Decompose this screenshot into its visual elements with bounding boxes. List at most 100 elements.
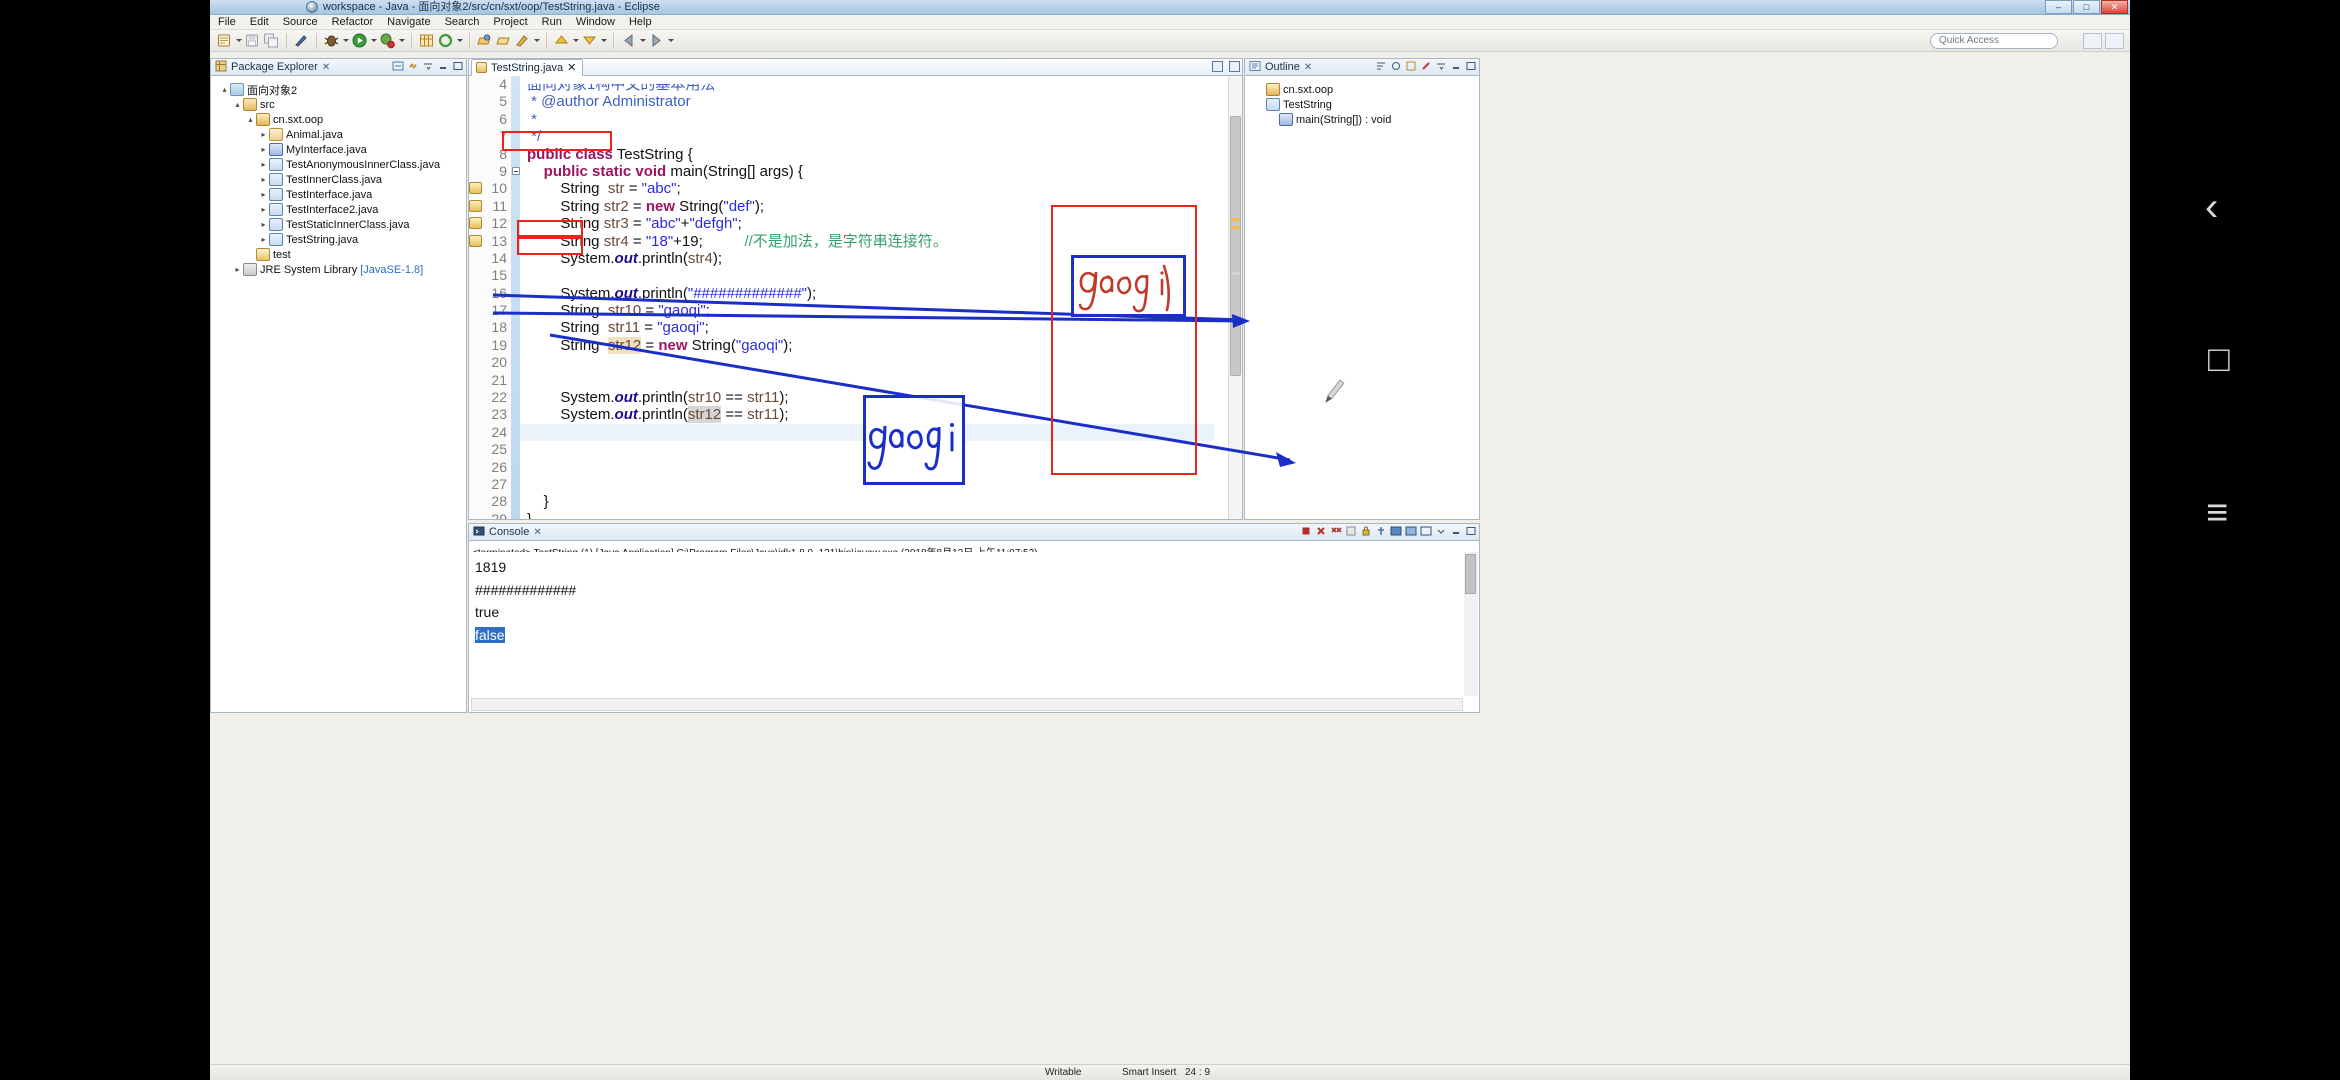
maximize-button[interactable]: □	[2073, 0, 2100, 14]
maximize-view-icon[interactable]	[1465, 525, 1477, 537]
package-explorer-tree[interactable]: ▴面向对象2▴src▴cn.sxt.oop▸Animal.java▸MyInte…	[211, 76, 466, 277]
refresh-dropdown-icon[interactable]	[456, 32, 463, 49]
hide-static-icon[interactable]	[1405, 60, 1417, 72]
prev-annotation-dropdown-icon[interactable]	[572, 32, 579, 49]
menu-item-search[interactable]: Search	[445, 16, 480, 28]
tree-item-teststaticinnerclass-java[interactable]: ▸TestStaticInnerClass.java	[215, 217, 466, 232]
home-nav-icon[interactable]: □	[2208, 338, 2230, 380]
link-with-editor-icon[interactable]	[407, 60, 419, 72]
menu-item-window[interactable]: Window	[576, 16, 615, 28]
chevron-down-icon[interactable]: ▴	[232, 100, 243, 109]
console-horizontal-scrollbar[interactable]	[471, 698, 1463, 711]
run-icon[interactable]	[351, 32, 368, 49]
editor-tab-tools[interactable]	[1212, 61, 1240, 72]
console-scroll-thumb[interactable]	[1465, 554, 1476, 594]
maximize-view-icon[interactable]	[452, 60, 464, 72]
window-controls[interactable]: – □ ✕	[2045, 0, 2128, 14]
tree-item--2[interactable]: ▴面向对象2	[215, 82, 466, 97]
display-selected-console-icon[interactable]	[1390, 525, 1402, 537]
warning-overview-marker[interactable]	[1231, 218, 1240, 221]
save-icon[interactable]	[244, 32, 261, 49]
tree-item-cn-sxt-oop[interactable]: ▴cn.sxt.oop	[215, 112, 466, 127]
package-explorer-toolbar[interactable]	[392, 60, 464, 72]
console-vertical-scrollbar[interactable]	[1464, 552, 1478, 696]
chevron-right-icon[interactable]: ▸	[258, 160, 269, 169]
code-line-9[interactable]: 9 public static void main(String[] args)…	[469, 163, 1228, 180]
tree-item-testinterface2-java[interactable]: ▸TestInterface2.java	[215, 202, 466, 217]
open-resource-icon[interactable]	[495, 32, 512, 49]
view-menu-icon[interactable]	[422, 60, 434, 72]
back-dropdown-icon[interactable]	[639, 32, 646, 49]
chevron-right-icon[interactable]: ▸	[258, 175, 269, 184]
close-icon[interactable]: ✕	[533, 527, 541, 538]
close-icon[interactable]: ✕	[1304, 62, 1312, 73]
pin-console-icon[interactable]	[1375, 525, 1387, 537]
outline-tab[interactable]: Outline ✕	[1245, 59, 1479, 76]
remove-all-launches-icon[interactable]	[1330, 525, 1342, 537]
new-java-package-icon[interactable]	[418, 32, 435, 49]
tree-item-testanonymousinnerclass-java[interactable]: ▸TestAnonymousInnerClass.java	[215, 157, 466, 172]
terminate-icon[interactable]	[1300, 525, 1312, 537]
forward-dropdown-icon[interactable]	[667, 32, 674, 49]
new-dropdown-icon[interactable]	[235, 32, 242, 49]
code-line-6[interactable]: 6 *	[469, 111, 1228, 128]
tree-item-teststring-java[interactable]: ▸TestString.java	[215, 232, 466, 247]
menu-item-navigate[interactable]: Navigate	[387, 16, 430, 28]
debug-dropdown-icon[interactable]	[342, 32, 349, 49]
minimize-editor-icon[interactable]	[1212, 61, 1223, 72]
main-toolbar[interactable]: Quick Access	[210, 30, 2130, 52]
console-dropdown-icon[interactable]	[1435, 525, 1447, 537]
tree-item-src[interactable]: ▴src	[215, 97, 466, 112]
remove-launch-icon[interactable]	[1315, 525, 1327, 537]
hide-nonpublic-icon[interactable]	[1420, 60, 1432, 72]
menu-nav-icon[interactable]: ≡	[2206, 492, 2228, 535]
collapse-all-icon[interactable]	[392, 60, 404, 72]
editor-tab-bar[interactable]: TestString.java ✕	[469, 59, 1242, 76]
occurrence-overview-marker[interactable]	[1231, 272, 1240, 275]
console-output[interactable]: 1819#############truefalse	[471, 552, 1463, 694]
chevron-right-icon[interactable]: ▸	[258, 130, 269, 139]
outline-toolbar[interactable]	[1375, 60, 1477, 72]
code-line-28[interactable]: 28 }	[469, 493, 1228, 510]
open-type-icon[interactable]	[476, 32, 493, 49]
tree-item-jre-system-library-javase-1-8-[interactable]: ▸JRE System Library [JavaSE-1.8]	[215, 262, 466, 277]
tree-item-animal-java[interactable]: ▸Animal.java	[215, 127, 466, 142]
java-perspective-button[interactable]	[2105, 33, 2124, 49]
external-tools-dropdown-icon[interactable]	[398, 32, 405, 49]
chevron-right-icon[interactable]: ▸	[258, 190, 269, 199]
fold-collapse-icon[interactable]	[512, 167, 520, 175]
code-line-29[interactable]: 29}	[469, 511, 1228, 519]
tree-item-testinnerclass-java[interactable]: ▸TestInnerClass.java	[215, 172, 466, 187]
back-nav-icon[interactable]: ‹	[2205, 185, 2218, 230]
code-line-5[interactable]: 5 * @author Administrator	[469, 93, 1228, 110]
clear-console-icon[interactable]	[1345, 525, 1357, 537]
maximize-view-icon[interactable]	[1465, 60, 1477, 72]
chevron-down-icon[interactable]: ▴	[245, 115, 256, 124]
open-console-icon[interactable]	[1405, 525, 1417, 537]
package-explorer-tab[interactable]: Package Explorer ✕	[211, 59, 466, 76]
run-dropdown-icon[interactable]	[370, 32, 377, 49]
menu-item-help[interactable]: Help	[629, 16, 652, 28]
quick-access-input[interactable]: Quick Access	[1930, 33, 2058, 49]
tree-item-test[interactable]: test	[215, 247, 466, 262]
chevron-right-icon[interactable]: ▸	[232, 265, 243, 274]
sort-icon[interactable]	[1375, 60, 1387, 72]
minimize-view-icon[interactable]	[1450, 525, 1462, 537]
hide-fields-icon[interactable]	[1390, 60, 1402, 72]
code-line-4[interactable]: 4面向对象1构中文的基本用法	[469, 76, 1228, 93]
menu-bar[interactable]: File Edit Source Refactor Navigate Searc…	[210, 15, 2130, 30]
chevron-right-icon[interactable]: ▸	[258, 235, 269, 244]
code-line-27[interactable]: 27	[469, 476, 1228, 493]
minimize-view-icon[interactable]	[1450, 60, 1462, 72]
menu-item-project[interactable]: Project	[493, 16, 527, 28]
next-annotation-icon[interactable]	[581, 32, 598, 49]
refresh-icon[interactable]	[437, 32, 454, 49]
debug-icon[interactable]	[323, 32, 340, 49]
close-icon[interactable]: ✕	[567, 61, 576, 74]
tree-item-cn-sxt-oop[interactable]: cn.sxt.oop	[1249, 82, 1479, 97]
menu-item-refactor[interactable]: Refactor	[332, 16, 374, 28]
forward-navigation-icon[interactable]	[648, 32, 665, 49]
occurrence-overview-marker[interactable]	[1231, 321, 1240, 324]
perspective-switcher[interactable]	[2083, 33, 2124, 49]
warning-overview-marker[interactable]	[1231, 226, 1240, 229]
